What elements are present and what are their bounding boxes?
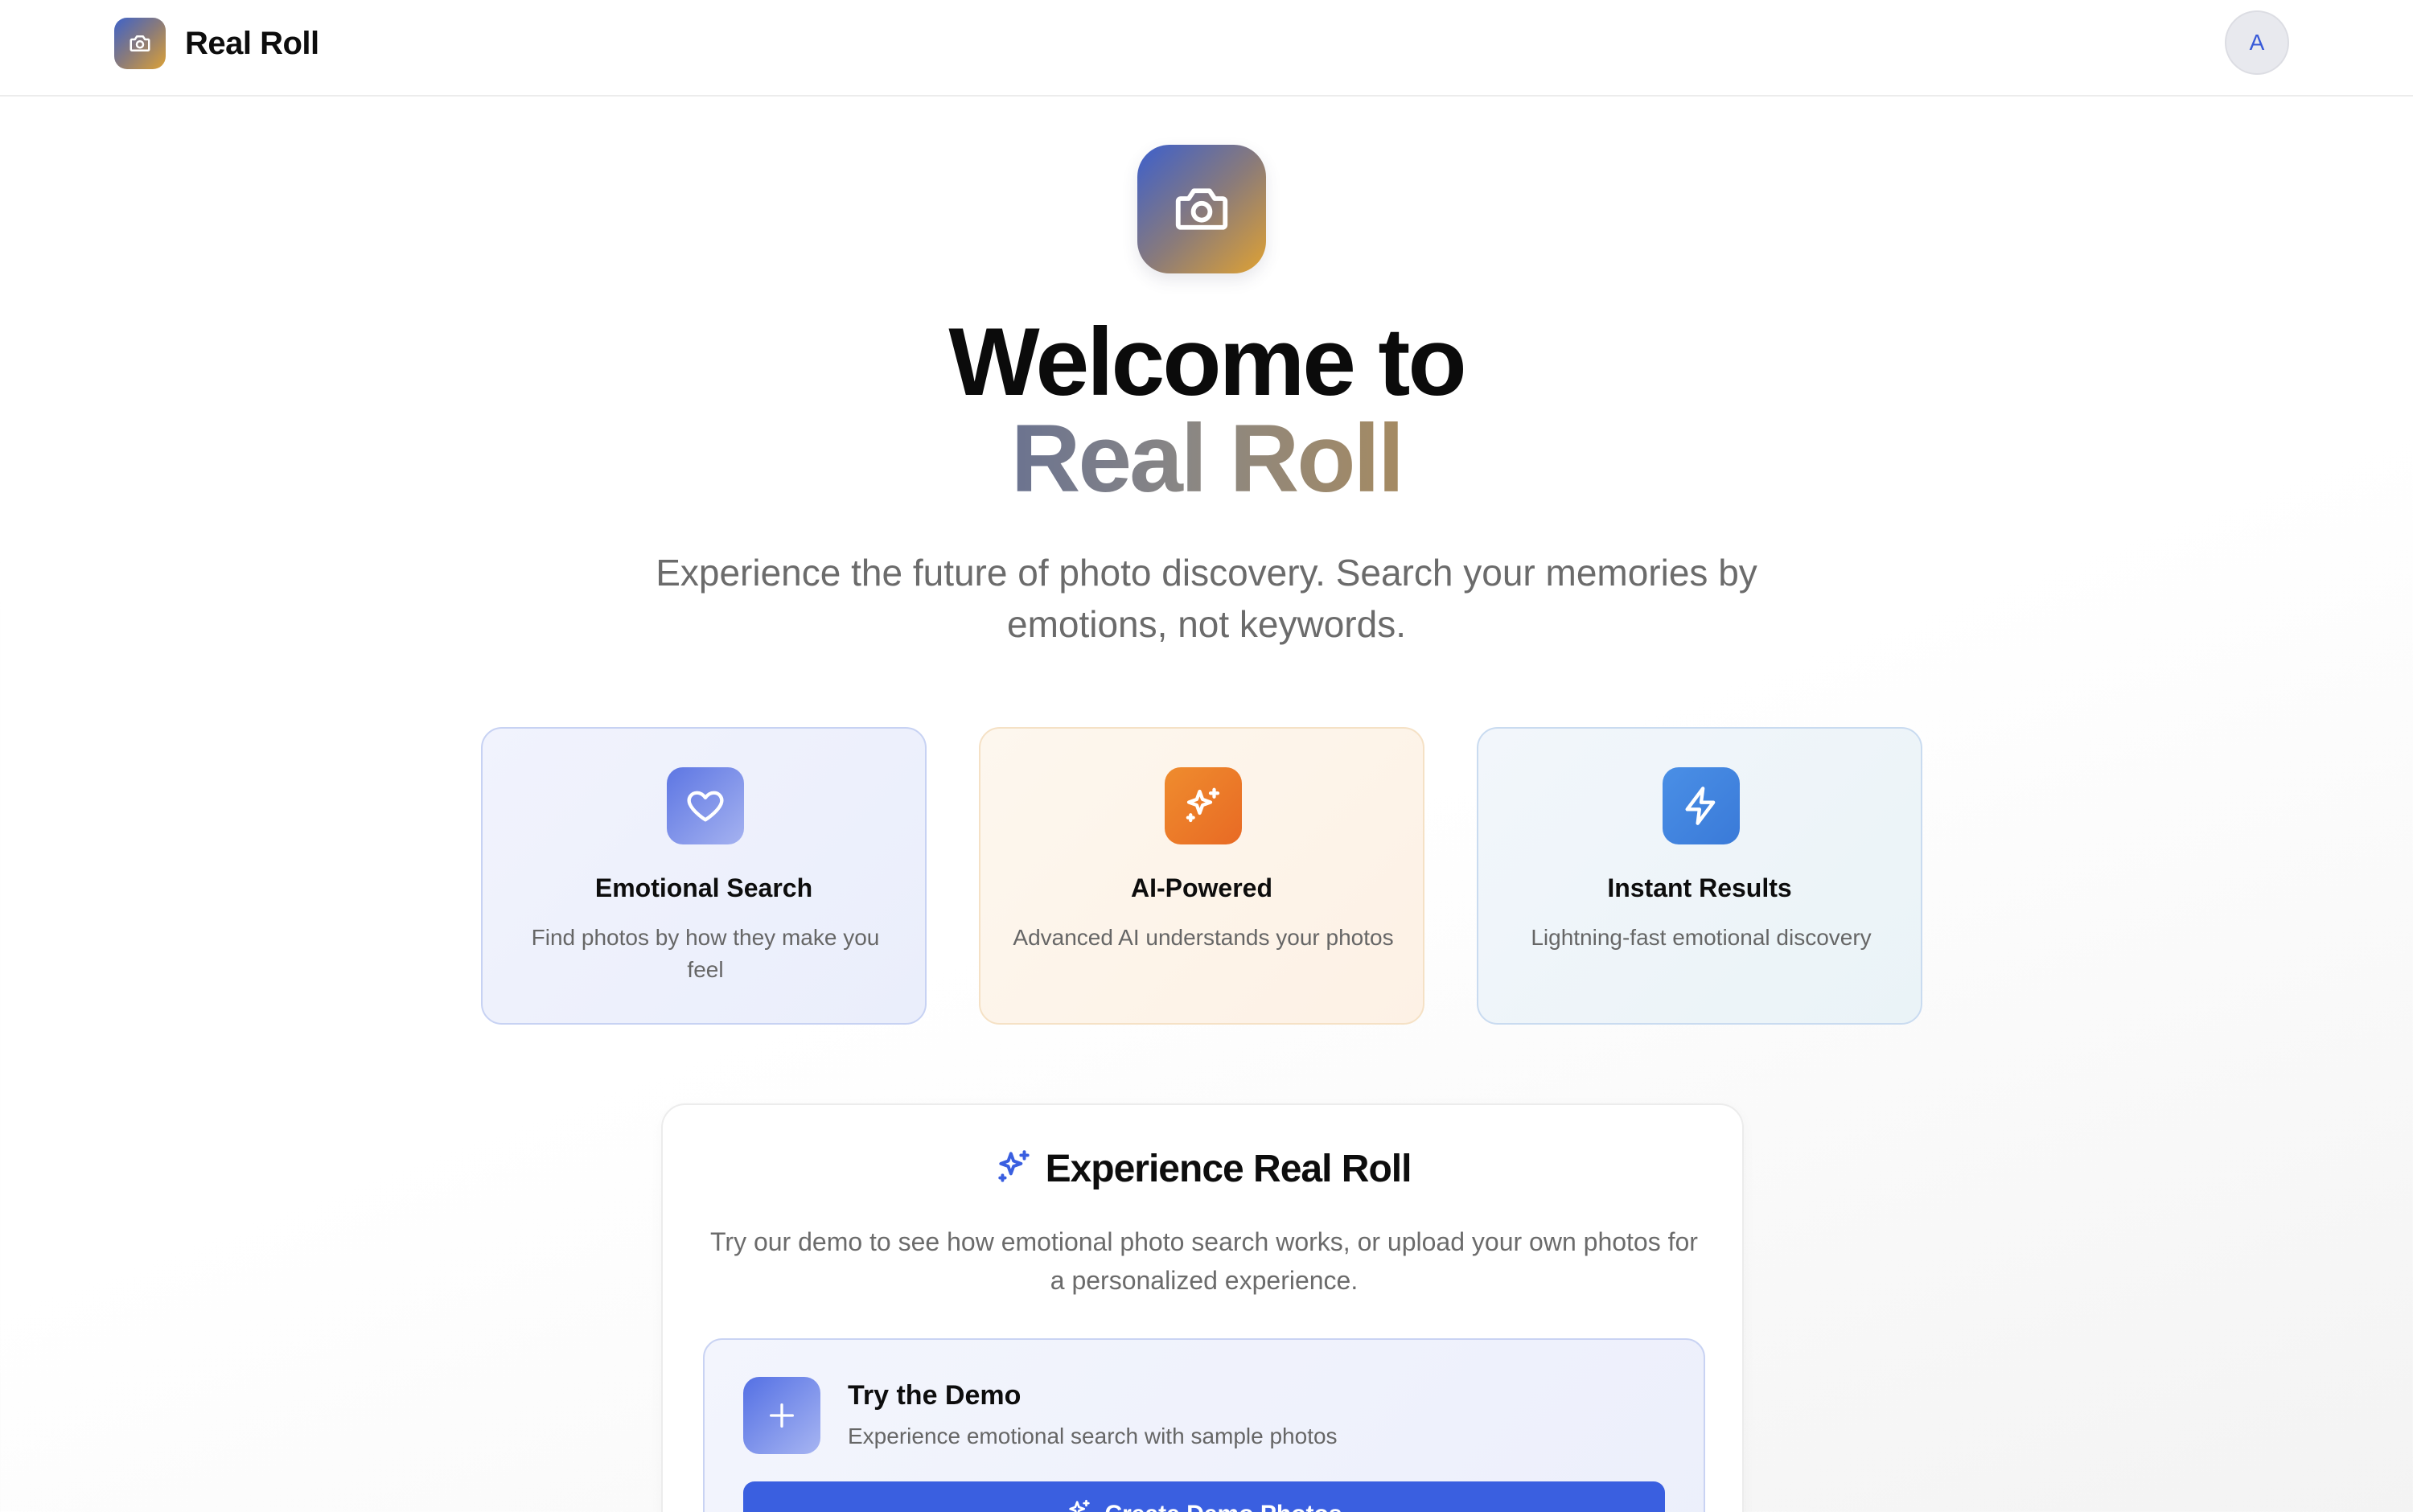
- sparkles-icon: [1066, 1498, 1093, 1512]
- feature-description: Find photos by how they make you feel: [531, 925, 880, 982]
- hero-title: Welcome to Real Roll: [0, 314, 2413, 507]
- feature-card-ai-powered: AI-Powered Advanced AI understands your …: [979, 727, 1424, 1025]
- experience-heading: Experience Real Roll: [663, 1147, 1742, 1191]
- create-demo-photos-button[interactable]: Create Demo Photos: [743, 1481, 1665, 1512]
- user-avatar-button[interactable]: A: [2225, 10, 2289, 75]
- brand-name: Real Roll: [185, 25, 319, 61]
- feature-description: Lightning-fast emotional discovery: [1531, 925, 1872, 950]
- camera-icon: [114, 18, 166, 69]
- lightning-icon: [1663, 767, 1740, 844]
- brand[interactable]: Real Roll: [114, 18, 319, 69]
- feature-description: Advanced AI understands your photos: [1013, 925, 1394, 950]
- feature-title: AI-Powered: [1130, 873, 1273, 902]
- feature-title: Instant Results: [1607, 873, 1792, 902]
- demo-subtitle: Experience emotional search with sample …: [848, 1424, 1338, 1448]
- plus-icon: [743, 1377, 820, 1454]
- sparkles-icon: [1165, 767, 1242, 844]
- experience-description: Try our demo to see how emotional photo …: [710, 1227, 1698, 1295]
- heart-icon: [667, 767, 744, 844]
- create-demo-photos-label: Create Demo Photos: [1104, 1501, 1342, 1512]
- hero-title-line2: Real Roll: [1010, 405, 1404, 512]
- feature-card-instant-results: Instant Results Lightning-fast emotional…: [1477, 727, 1922, 1025]
- experience-panel: Experience Real Roll Try our demo to see…: [661, 1103, 1744, 1512]
- feature-title: Emotional Search: [594, 873, 813, 902]
- sparkles-icon: [994, 1147, 1034, 1191]
- demo-title: Try the Demo: [848, 1380, 1022, 1411]
- camera-icon: [1137, 145, 1266, 273]
- hero-title-line1: Welcome to: [948, 308, 1466, 416]
- demo-card: Try the Demo Experience emotional search…: [703, 1338, 1705, 1512]
- top-navigation-bar: Real Roll A: [0, 0, 2413, 97]
- feature-card-emotional-search: Emotional Search Find photos by how they…: [481, 727, 927, 1025]
- hero-subtitle: Experience the future of photo discovery…: [656, 552, 1757, 645]
- create-demo-photos-button-content: Create Demo Photos: [1066, 1498, 1342, 1512]
- experience-heading-text: Experience Real Roll: [1045, 1148, 1412, 1190]
